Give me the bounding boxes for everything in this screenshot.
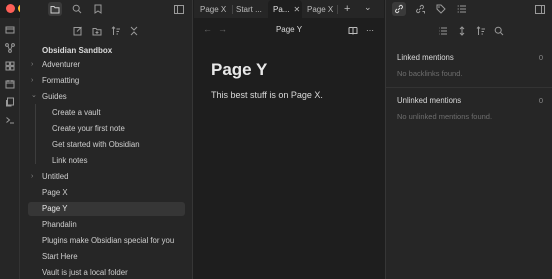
graph-view-icon[interactable] (4, 42, 16, 54)
unlinked-mentions-count: 0 (538, 96, 543, 105)
tree-item-label: Phandalin (42, 220, 77, 229)
tab-start-here[interactable]: Start ... (236, 0, 267, 18)
unlinked-mentions-heading[interactable]: Unlinked mentions (397, 96, 461, 105)
quick-switcher-icon[interactable] (4, 24, 16, 36)
tree-item-label: Create your first note (52, 124, 125, 133)
tab-page-x[interactable]: Page X (200, 0, 232, 18)
linked-mentions-count: 0 (538, 53, 543, 62)
bookmarks-tab-icon[interactable] (91, 2, 105, 16)
chevron-down-icon: ⌄ (31, 92, 37, 99)
show-more-context-icon[interactable] (455, 24, 469, 38)
section-divider (386, 87, 552, 88)
toggle-right-sidebar-icon[interactable] (533, 2, 547, 16)
collapse-results-icon[interactable] (436, 24, 450, 38)
tree-item-label: Page X (42, 188, 68, 197)
tree-item-label: Vault is just a local folder (42, 268, 128, 277)
linked-mentions-heading[interactable]: Linked mentions (397, 53, 454, 62)
note-title[interactable]: Page Y (211, 60, 267, 80)
tab-list-icon[interactable]: ⌄ (364, 0, 376, 16)
tab-label: Pa... (273, 4, 290, 14)
file-plugins-make-obsidian-special[interactable]: Plugins make Obsidian special for you (28, 234, 185, 248)
search-tab-icon[interactable] (70, 2, 84, 16)
file-page-x[interactable]: Page X (28, 186, 185, 200)
file-create-a-vault[interactable]: Create a vault (28, 106, 185, 120)
close-window-button[interactable] (6, 4, 15, 13)
file-page-y[interactable]: Page Y (28, 202, 185, 216)
file-vault-is-just-a-local-folder[interactable]: Vault is just a local folder (28, 266, 185, 279)
tags-tab-icon[interactable] (434, 2, 448, 16)
new-note-icon[interactable] (71, 24, 85, 38)
file-explorer-actions (20, 22, 193, 40)
tree-item-label: Guides (42, 92, 67, 101)
files-tab-icon[interactable] (48, 2, 62, 16)
tree-item-label: Link notes (52, 156, 88, 165)
more-options-icon[interactable]: ⋯ (364, 24, 376, 36)
folder-adventurer[interactable]: › Adventurer (28, 58, 185, 72)
sidebar-tab-header (20, 0, 193, 18)
tab-divider (232, 5, 233, 14)
tab-label: Page X (307, 4, 334, 14)
sort-order-icon[interactable] (474, 24, 488, 38)
tree-item-label: Plugins make Obsidian special for you (42, 236, 175, 245)
linked-mentions-empty: No backlinks found. (397, 69, 463, 78)
tab-divider (337, 5, 338, 14)
editor-pane (194, 0, 384, 279)
templates-icon[interactable] (4, 96, 16, 108)
reading-view-icon[interactable] (347, 24, 359, 36)
view-header: ← → Page Y ⋯ (194, 22, 384, 38)
tab-bar: Page X Start ... Pa... ✕ Page X + ⌄ (194, 0, 384, 18)
tree-item-label: Formatting (42, 76, 80, 85)
backlinks-sidebar: Linked mentions 0 No backlinks found. Un… (385, 0, 552, 279)
sort-order-icon[interactable] (109, 24, 123, 38)
unlinked-mentions-empty: No unlinked mentions found. (397, 112, 493, 121)
left-ribbon (0, 18, 20, 279)
search-icon[interactable] (492, 24, 506, 38)
close-tab-icon[interactable]: ✕ (293, 5, 300, 14)
file-explorer-sidebar: Obsidian Sandbox › Adventurer › Formatti… (20, 0, 193, 279)
new-tab-icon[interactable]: + (344, 0, 356, 18)
folder-formatting[interactable]: › Formatting (28, 74, 185, 88)
backlinks-actions (386, 22, 552, 40)
note-body[interactable]: This best stuff is on Page X. (211, 90, 323, 100)
tree-item-label: Untitled (42, 172, 69, 181)
folder-untitled[interactable]: › Untitled (28, 170, 185, 184)
new-folder-icon[interactable] (90, 24, 104, 38)
tree-item-label: Start Here (42, 252, 78, 261)
chevron-right-icon: › (31, 173, 34, 180)
tab-page-x-2[interactable]: Page X (307, 0, 339, 18)
chevron-right-icon: › (31, 61, 34, 68)
daily-note-icon[interactable] (4, 78, 16, 90)
chevron-right-icon: › (31, 77, 34, 84)
tree-item-label: Get started with Obsidian (52, 140, 140, 149)
tree-item-label: Page Y (42, 204, 68, 213)
file-get-started-with-obsidian[interactable]: Get started with Obsidian (28, 138, 185, 152)
tab-page-y[interactable]: Pa... ✕ (268, 0, 302, 18)
outline-tab-icon[interactable] (455, 2, 469, 16)
folder-guides[interactable]: ⌄ Guides (28, 90, 185, 104)
command-palette-icon[interactable] (4, 114, 16, 126)
vault-name[interactable]: Obsidian Sandbox (42, 46, 112, 55)
file-create-your-first-note[interactable]: Create your first note (28, 122, 185, 136)
file-phandalin[interactable]: Phandalin (28, 218, 185, 232)
outgoing-links-icon[interactable] (413, 2, 427, 16)
tab-label: Page X (200, 4, 227, 14)
collapse-all-icon[interactable] (127, 24, 141, 38)
backlinks-tab-icon[interactable] (392, 2, 406, 16)
tree-item-label: Adventurer (42, 60, 81, 69)
tab-label: Start ... (236, 4, 262, 14)
file-link-notes[interactable]: Link notes (28, 154, 185, 168)
toggle-sidebar-icon[interactable] (172, 2, 186, 16)
tree-item-label: Create a vault (52, 108, 101, 117)
file-start-here[interactable]: Start Here (28, 250, 185, 264)
right-sidebar-tab-header (386, 0, 552, 18)
canvas-icon[interactable] (4, 60, 16, 72)
